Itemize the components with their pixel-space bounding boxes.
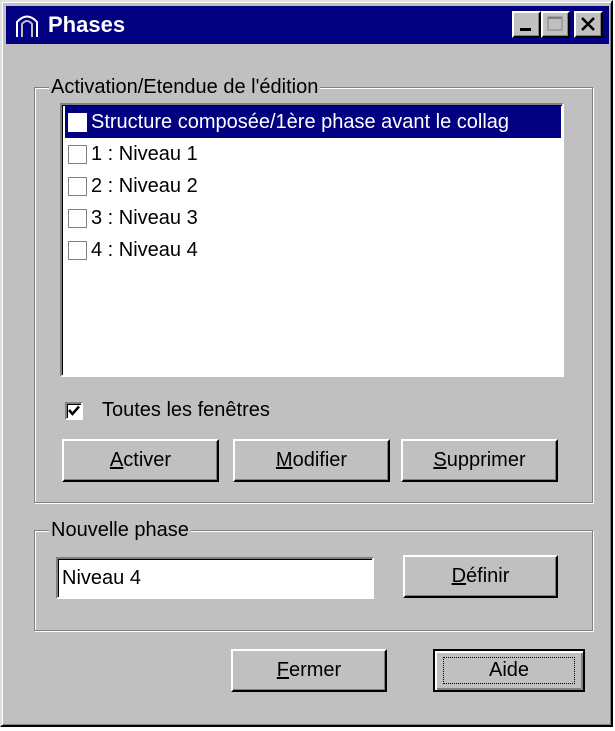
phase-list-item[interactable]: 2 : Niveau 2 [65,170,561,202]
minimize-icon [520,28,531,31]
phase-checkbox[interactable] [68,209,87,228]
all-windows-label[interactable]: Toutes les fenêtres [102,399,270,422]
all-windows-checkbox[interactable] [65,402,83,420]
phase-checkbox[interactable] [68,113,87,132]
minimize-button[interactable] [512,11,541,38]
arch-icon [13,11,41,39]
phase-checkbox[interactable] [68,145,87,164]
new-phase-name-input[interactable] [56,557,374,599]
modify-button[interactable]: Modifier [233,439,390,482]
title-bar[interactable]: Phases [6,6,609,44]
phase-list-item[interactable]: Structure composée/1ère phase avant le c… [65,106,561,138]
define-button[interactable]: Définir [403,555,558,598]
checkmark-icon [68,405,80,416]
phase-list-item[interactable]: 3 : Niveau 3 [65,202,561,234]
phase-list-item[interactable]: 4 : Niveau 4 [65,234,561,266]
activate-button[interactable]: Activer [62,439,219,482]
activation-group-label: Activation/Etendue de l'édition [49,76,321,98]
close-dialog-button[interactable]: Fermer [231,649,387,692]
maximize-button[interactable] [541,11,570,38]
delete-button[interactable]: Supprimer [401,439,558,482]
window-title: Phases [48,12,126,37]
close-button[interactable] [574,11,603,38]
maximize-icon [547,16,563,31]
new-phase-group-label: Nouvelle phase [49,519,191,541]
phase-checkbox[interactable] [68,177,87,196]
phase-checkbox[interactable] [68,241,87,260]
phase-list[interactable]: Structure composée/1ère phase avant le c… [60,103,564,377]
close-icon [581,17,595,31]
phases-dialog: Phases Activation/Etendue de l'édition S… [0,0,613,727]
help-button[interactable]: Aide [433,649,585,692]
phase-list-item[interactable]: 1 : Niveau 1 [65,138,561,170]
